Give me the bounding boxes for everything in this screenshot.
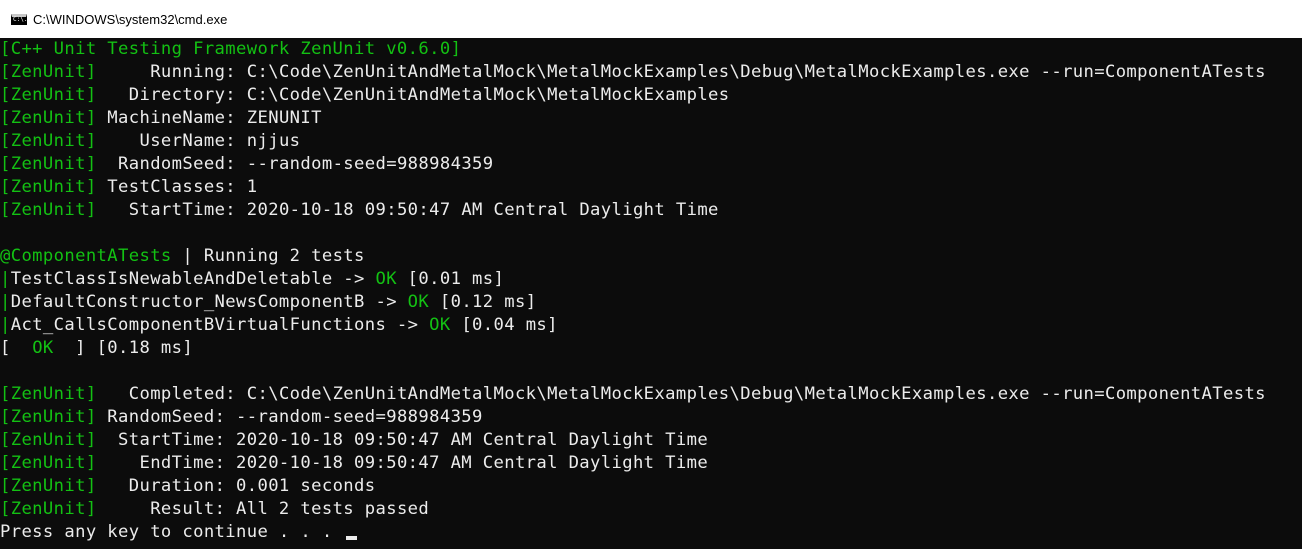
framework-header: [C++ Unit Testing Framework ZenUnit v0.6… — [0, 39, 462, 59]
summary-key: Result: — [96, 499, 226, 519]
info-key: Running: — [96, 62, 237, 82]
test-class-name: @ComponentATests — [0, 246, 172, 266]
info-key: TestClasses: — [96, 177, 237, 197]
summary-key: Duration: — [96, 476, 226, 496]
info-value: --random-seed=988984359 — [236, 154, 494, 174]
test-name: DefaultConstructor_NewsComponentB -> — [10, 292, 408, 312]
test-result-line: |TestClassIsNewableAndDeletable -> OK [0… — [0, 268, 1302, 291]
class-result-status: OK — [10, 338, 76, 358]
summary-line-randomseed: [ZenUnit] RandomSeed: --random-seed=9889… — [0, 406, 1302, 429]
test-time: [0.04 ms] — [450, 315, 558, 335]
info-key: UserName: — [96, 131, 237, 151]
text-cursor — [346, 536, 358, 540]
test-result-line: |Act_CallsComponentBVirtualFunctions -> … — [0, 314, 1302, 337]
info-value: ZENUNIT — [236, 108, 322, 128]
info-line-username: [ZenUnit] UserName: njjus — [0, 130, 1302, 153]
info-line-starttime: [ZenUnit] StartTime: 2020-10-18 09:50:47… — [0, 199, 1302, 222]
summary-key: StartTime: — [96, 430, 226, 450]
summary-line-result: [ZenUnit] Result: All 2 tests passed — [0, 498, 1302, 521]
test-class-separator: | — [171, 246, 204, 266]
class-result-close: ] [0.18 ms] — [75, 338, 194, 358]
info-value: 1 — [236, 177, 258, 197]
class-result-open: [ — [0, 338, 11, 358]
test-time: [0.12 ms] — [429, 292, 537, 312]
test-status: OK — [429, 315, 451, 335]
test-prefix: | — [0, 292, 11, 312]
summary-value: C:\Code\ZenUnitAndMetalMock\MetalMockExa… — [236, 384, 1266, 404]
zenunit-tag: [ZenUnit] — [0, 85, 97, 105]
info-line-machinename: [ZenUnit] MachineName: ZENUNIT — [0, 107, 1302, 130]
window-title: C:\WINDOWS\system32\cmd.exe — [33, 11, 228, 27]
test-time: [0.01 ms] — [396, 269, 505, 289]
test-class-header: @ComponentATests | Running 2 tests — [0, 245, 1302, 268]
test-class-summary: Running 2 tests — [203, 246, 365, 266]
test-prefix: | — [0, 315, 11, 335]
info-key: StartTime: — [96, 200, 237, 220]
zenunit-tag: [ZenUnit] — [0, 177, 97, 197]
summary-key: Completed: — [96, 384, 237, 404]
summary-line-duration: [ZenUnit] Duration: 0.001 seconds — [0, 475, 1302, 498]
zenunit-tag: [ZenUnit] — [0, 131, 97, 151]
test-status: OK — [407, 292, 430, 312]
info-key: Directory: — [96, 85, 237, 105]
summary-value: All 2 tests passed — [225, 499, 430, 519]
zenunit-tag: [ZenUnit] — [0, 62, 97, 82]
summary-key: RandomSeed: — [96, 407, 226, 427]
test-name: Act_CallsComponentBVirtualFunctions -> — [10, 315, 430, 335]
info-key: MachineName: — [96, 108, 237, 128]
test-prefix: | — [0, 269, 11, 289]
zenunit-tag: [ZenUnit] — [0, 407, 97, 427]
test-name: TestClassIsNewableAndDeletable -> — [10, 269, 376, 289]
class-result-line: [ OK ] [0.18 ms] — [0, 337, 1302, 360]
zenunit-tag: [ZenUnit] — [0, 154, 97, 174]
summary-value: 2020-10-18 09:50:47 AM Central Daylight … — [225, 430, 709, 450]
info-value: 2020-10-18 09:50:47 AM Central Daylight … — [236, 200, 719, 220]
summary-value: --random-seed=988984359 — [225, 407, 483, 427]
test-status: OK — [375, 269, 397, 289]
info-key: RandomSeed: — [96, 154, 237, 174]
summary-key: EndTime: — [96, 453, 226, 473]
info-line-randomseed: [ZenUnit] RandomSeed: --random-seed=9889… — [0, 153, 1302, 176]
info-value: C:\Code\ZenUnitAndMetalMock\MetalMockExa… — [236, 85, 730, 105]
summary-line-starttime: [ZenUnit] StartTime: 2020-10-18 09:50:47… — [0, 429, 1302, 452]
test-result-line: |DefaultConstructor_NewsComponentB -> OK… — [0, 291, 1302, 314]
summary-line-completed: [ZenUnit] Completed: C:\Code\ZenUnitAndM… — [0, 383, 1302, 406]
info-line-running: [ZenUnit] Running: C:\Code\ZenUnitAndMet… — [0, 61, 1302, 84]
cmd-icon-text: C:\. — [13, 15, 28, 23]
zenunit-tag: [ZenUnit] — [0, 200, 97, 220]
info-value: njjus — [236, 131, 301, 151]
continue-prompt[interactable]: Press any key to continue . . . — [0, 521, 1302, 544]
zenunit-tag: [ZenUnit] — [0, 384, 97, 404]
cmd-window: C:\. C:\WINDOWS\system32\cmd.exe [C++ Un… — [0, 0, 1302, 549]
console-output[interactable]: [C++ Unit Testing Framework ZenUnit v0.6… — [0, 38, 1302, 549]
info-value: C:\Code\ZenUnitAndMetalMock\MetalMockExa… — [236, 62, 1266, 82]
title-bar[interactable]: C:\. C:\WINDOWS\system32\cmd.exe — [0, 0, 1302, 38]
cmd-app-icon[interactable]: C:\. — [11, 13, 28, 25]
summary-value: 2020-10-18 09:50:47 AM Central Daylight … — [225, 453, 709, 473]
prompt-text: Press any key to continue . . . — [0, 522, 344, 542]
zenunit-tag: [ZenUnit] — [0, 453, 97, 473]
zenunit-tag: [ZenUnit] — [0, 476, 97, 496]
summary-line-endtime: [ZenUnit] EndTime: 2020-10-18 09:50:47 A… — [0, 452, 1302, 475]
info-line-directory: [ZenUnit] Directory: C:\Code\ZenUnitAndM… — [0, 84, 1302, 107]
summary-value: 0.001 seconds — [225, 476, 376, 496]
zenunit-tag: [ZenUnit] — [0, 499, 97, 519]
info-line-testclasses: [ZenUnit] TestClasses: 1 — [0, 176, 1302, 199]
zenunit-tag: [ZenUnit] — [0, 430, 97, 450]
zenunit-tag: [ZenUnit] — [0, 108, 97, 128]
